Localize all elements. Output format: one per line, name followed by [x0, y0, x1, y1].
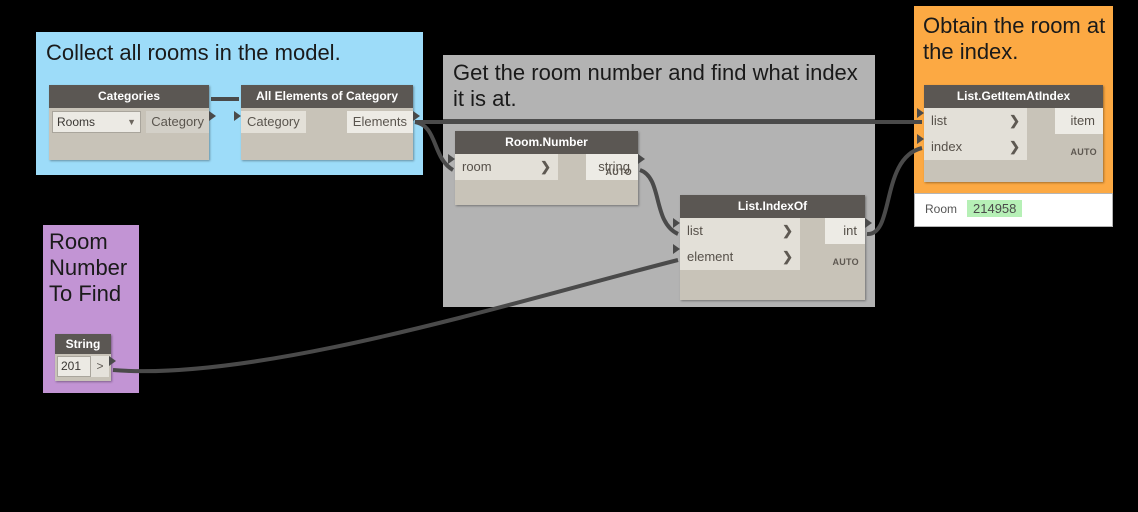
input-nub-icon	[917, 108, 924, 118]
getitem-input-port-list[interactable]: list ❯	[917, 108, 1027, 134]
node-string[interactable]: String 201 >	[55, 334, 116, 381]
node-all-elements-of-category[interactable]: All Elements of Category Category Elemen…	[234, 85, 420, 160]
categories-dropdown-value: Rooms	[57, 115, 96, 129]
getitem-input-label-index: index	[931, 139, 963, 154]
input-nub-icon	[448, 154, 455, 164]
group-roomnum-title: Room Number To Find	[49, 229, 128, 306]
output-nub-icon	[865, 218, 872, 228]
group-divider	[443, 119, 875, 122]
node-list-indexof[interactable]: List.IndexOf list ❯ int element ❯ AUTO	[673, 195, 872, 300]
listindexof-lacing-badge[interactable]: AUTO	[832, 257, 859, 267]
watch-label: Room	[925, 202, 958, 216]
string-output-port[interactable]: >	[91, 356, 116, 377]
input-nub-icon	[234, 111, 241, 121]
node-listindexof-title: List.IndexOf	[680, 195, 865, 218]
categories-output-label: Category	[151, 114, 204, 129]
node-string-title: String	[55, 334, 111, 354]
getitem-lacing-badge[interactable]: AUTO	[1070, 147, 1097, 157]
allelements-output-port-elements[interactable]: Elements	[346, 111, 420, 133]
output-nub-icon	[109, 356, 116, 366]
getitem-output-label: item	[1070, 113, 1095, 128]
node-list-getitematindex[interactable]: List.GetItemAtIndex list ❯ item index ❯	[917, 85, 1103, 182]
allelements-input-label: Category	[247, 114, 300, 129]
chevron-right-icon: ❯	[540, 159, 551, 174]
listindexof-output-port-int[interactable]: int	[825, 218, 872, 244]
getitem-port-row-list: list ❯ item	[917, 108, 1103, 134]
listindexof-input-label-element: element	[687, 249, 734, 264]
input-nub-icon	[673, 244, 680, 254]
watch-value: 214958	[967, 200, 1023, 217]
listindexof-input-label-list: list	[687, 223, 703, 238]
chevron-right-icon: ❯	[782, 223, 793, 238]
allelements-output-label: Elements	[352, 114, 407, 129]
group-obtain-title: Obtain the room at the index.	[923, 13, 1106, 64]
group-get-title: Get the room number and find what index …	[453, 60, 858, 111]
node-categories[interactable]: Categories Rooms ▼ Category	[49, 85, 216, 160]
chevron-right-icon: ❯	[1009, 139, 1020, 154]
chevron-down-icon: ▼	[127, 117, 136, 127]
roomnumber-input-port-room[interactable]: room ❯	[448, 154, 558, 180]
string-output-glyph: >	[96, 359, 104, 373]
categories-dropdown[interactable]: Rooms ▼	[52, 111, 141, 133]
node-watch-preview[interactable]: Room 214958	[914, 193, 1113, 227]
roomnumber-input-label: room	[462, 159, 492, 174]
chevron-right-icon: ❯	[1009, 113, 1020, 128]
node-listindexof-body: list ❯ int element ❯ AUTO	[673, 218, 872, 270]
categories-output-port[interactable]: Category	[146, 111, 216, 133]
roomnumber-lacing-badge[interactable]: AUTO	[605, 167, 632, 177]
node-categories-title: Categories	[49, 85, 209, 108]
getitem-input-label-list: list	[931, 113, 947, 128]
node-roomnumber-body: room ❯ string AUTO	[448, 154, 645, 180]
node-getitem-body: list ❯ item index ❯ AUTO	[917, 108, 1103, 160]
input-nub-icon	[917, 134, 924, 144]
getitem-input-port-index[interactable]: index ❯	[917, 134, 1027, 160]
listindexof-port-row-list: list ❯ int	[673, 218, 872, 244]
output-nub-icon	[413, 111, 420, 121]
node-getitem-title: List.GetItemAtIndex	[924, 85, 1103, 108]
listindexof-output-label: int	[843, 223, 857, 238]
output-nub-icon	[209, 111, 216, 121]
group-collect-title: Collect all rooms in the model.	[46, 40, 341, 65]
node-room-number[interactable]: Room.Number room ❯ string AUTO	[448, 131, 645, 205]
getitem-output-port-item[interactable]: item	[1055, 108, 1103, 134]
chevron-right-icon: ❯	[782, 249, 793, 264]
dynamo-graph-canvas: Collect all rooms in the model. Get the …	[0, 0, 1138, 512]
listindexof-input-port-element[interactable]: element ❯	[673, 244, 800, 270]
node-roomnumber-title: Room.Number	[455, 131, 638, 154]
input-nub-icon	[673, 218, 680, 228]
allelements-input-port-category[interactable]: Category	[234, 111, 306, 133]
listindexof-input-port-list[interactable]: list ❯	[673, 218, 800, 244]
node-allelements-title: All Elements of Category	[241, 85, 413, 108]
string-value-input[interactable]: 201	[57, 356, 91, 377]
output-nub-icon	[638, 154, 645, 164]
